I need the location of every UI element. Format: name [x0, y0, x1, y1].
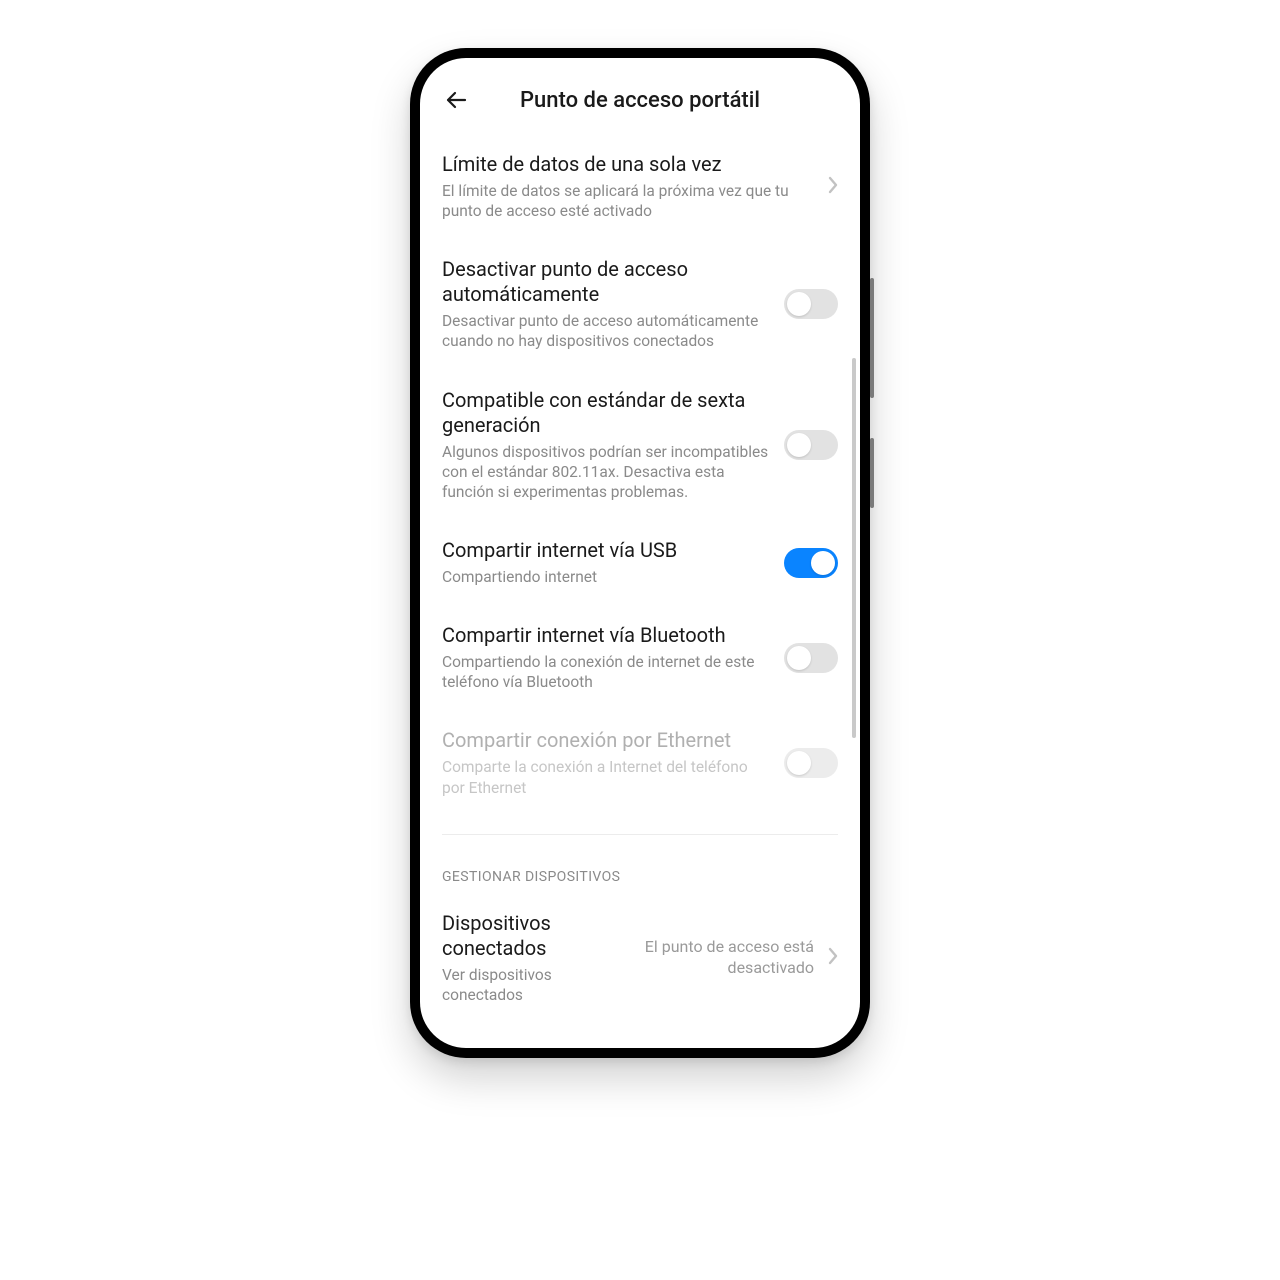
chevron-right-icon	[828, 176, 838, 198]
toggle-gen6[interactable]	[784, 430, 838, 460]
phone-side-button	[870, 438, 874, 508]
row-data-limit[interactable]: Límite de datos de una sola vez El límit…	[442, 134, 838, 239]
row-label: Compartir internet vía Bluetooth	[442, 623, 770, 648]
row-label: Dispositivos conectados	[442, 911, 610, 961]
toggle-usb-tether[interactable]	[784, 548, 838, 578]
toggle-bt-tether[interactable]	[784, 643, 838, 673]
row-sub: El límite de datos se aplicará la próxim…	[442, 181, 814, 221]
row-label: Compartir internet vía USB	[442, 538, 770, 563]
row-label: Compatible con estándar de sexta generac…	[442, 388, 770, 438]
divider	[442, 834, 838, 835]
row-ethernet-tether: Compartir conexión por Ethernet Comparte…	[442, 710, 838, 815]
phone-frame: Punto de acceso portátil Límite de datos…	[410, 48, 870, 1058]
row-label: Desactivar punto de acceso automáticamen…	[442, 257, 770, 307]
row-label: Límite de datos de una sola vez	[442, 152, 814, 177]
row-sub: Algunos dispositivos podrían ser incompa…	[442, 442, 770, 502]
section-header-manage-devices: GESTIONAR DISPOSITIVOS	[442, 843, 838, 893]
row-bt-tether: Compartir internet vía Bluetooth Compart…	[442, 605, 838, 710]
row-sub: Ver dispositivos conectados	[442, 965, 610, 1005]
chevron-right-icon	[828, 947, 838, 969]
row-gen6: Compatible con estándar de sexta generac…	[442, 370, 838, 520]
toggle-ethernet-tether	[784, 748, 838, 778]
row-sub: Comparte la conexión a Internet del telé…	[442, 757, 770, 797]
row-sub: Compartiendo la conexión de internet de …	[442, 652, 770, 692]
row-connected-devices[interactable]: Dispositivos conectados Ver dispositivos…	[442, 893, 838, 1023]
phone-side-button	[870, 278, 874, 398]
header: Punto de acceso portátil	[420, 58, 860, 134]
scrollbar[interactable]	[852, 358, 856, 738]
screen: Punto de acceso portátil Límite de datos…	[420, 58, 860, 1048]
row-auto-off: Desactivar punto de acceso automáticamen…	[442, 239, 838, 369]
arrow-left-icon	[444, 88, 468, 112]
row-usb-tether: Compartir internet vía USB Compartiendo …	[442, 520, 838, 605]
page-title: Punto de acceso portátil	[470, 88, 810, 113]
settings-list: Límite de datos de una sola vez El límit…	[420, 134, 860, 1048]
row-sub: Desactivar punto de acceso automáticamen…	[442, 311, 770, 351]
toggle-auto-off[interactable]	[784, 289, 838, 319]
row-label: Compartir conexión por Ethernet	[442, 728, 770, 753]
row-value: El punto de acceso está desactivado	[624, 937, 814, 979]
row-sub: Compartiendo internet	[442, 567, 770, 587]
back-button[interactable]	[442, 86, 470, 114]
